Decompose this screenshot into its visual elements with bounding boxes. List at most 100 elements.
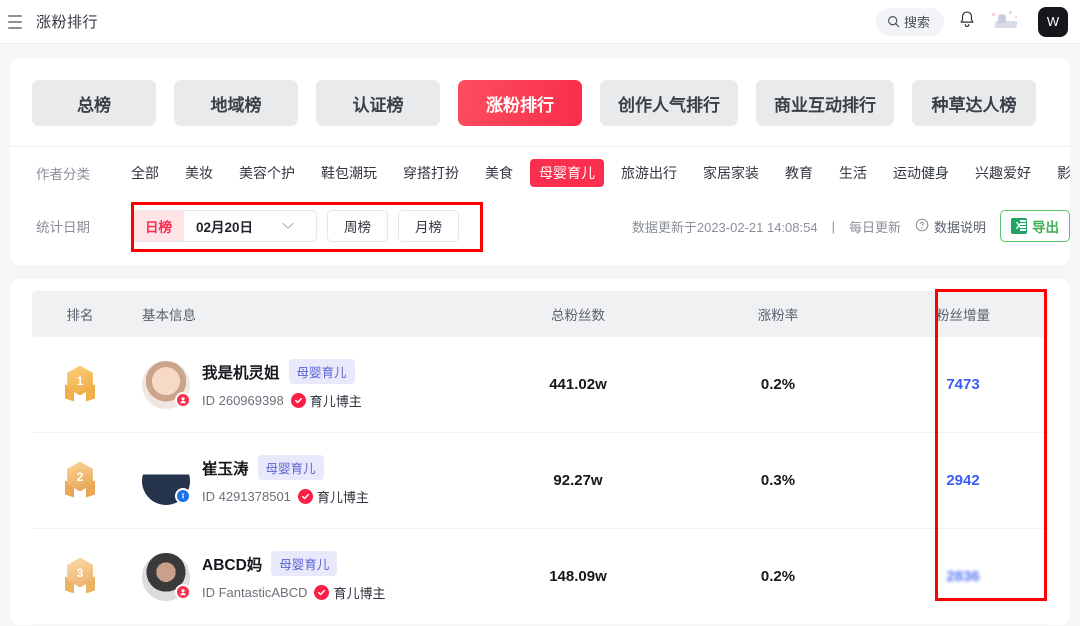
tab-recommendation-expert-ranking[interactable]: 种草达人榜: [912, 80, 1036, 126]
table-row[interactable]: 1 我是机灵姐 母婴育儿 ID 260969398: [32, 337, 1048, 433]
medal-icon: 2: [63, 462, 97, 500]
growth-rate-value: 0.2%: [678, 376, 878, 393]
top-bar-actions: 搜索 W: [876, 7, 1068, 37]
tab-verified-ranking[interactable]: 认证榜: [316, 80, 440, 126]
tab-total-ranking[interactable]: 总榜: [32, 80, 156, 126]
weekly-ranking-button[interactable]: 周榜: [327, 210, 388, 242]
hamburger-icon[interactable]: [8, 15, 24, 29]
bell-icon[interactable]: [958, 10, 976, 34]
category-chip-life[interactable]: 生活: [830, 159, 876, 187]
fans-increase-value[interactable]: 2836: [946, 568, 979, 585]
search-button[interactable]: 搜索: [876, 8, 944, 36]
author-info-cell: 崔玉涛 母婴育儿 ID 4291378501 育儿博主: [128, 455, 478, 506]
avatar-platform-badge: [175, 584, 191, 600]
category-chip-list: 全部 美妆 美容个护 鞋包潮玩 穿搭打扮 美食 母婴育儿 旅游出行 家居家装 教…: [122, 159, 1070, 187]
top-bar: 涨粉排行 搜索 W: [0, 0, 1080, 44]
avatar-wrapper[interactable]: [142, 361, 190, 409]
author-category-tag: 母婴育儿: [289, 359, 355, 384]
growth-rate-value: 0.2%: [678, 568, 878, 585]
date-picker-text: 02月20日: [196, 216, 253, 236]
tab-region-ranking[interactable]: 地域榜: [174, 80, 298, 126]
avatar-platform-badge: [175, 392, 191, 408]
update-frequency: 每日更新: [849, 217, 901, 236]
category-chip-food[interactable]: 美食: [476, 159, 522, 187]
avatar-wrapper[interactable]: [142, 457, 190, 505]
tab-fans-growth-ranking[interactable]: 涨粉排行: [458, 80, 582, 126]
tab-creation-popularity-ranking[interactable]: 创作人气排行: [600, 80, 738, 126]
author-name[interactable]: ABCD妈: [202, 553, 262, 575]
total-fans-value: 92.27w: [478, 472, 678, 489]
category-chip-all[interactable]: 全部: [122, 159, 168, 187]
page-title: 涨粉排行: [36, 11, 98, 32]
author-name[interactable]: 我是机灵姐: [202, 361, 280, 383]
avatar[interactable]: W: [1038, 7, 1068, 37]
export-button-label: 导出: [1032, 216, 1059, 236]
fans-increase-cell: 2836: [878, 568, 1048, 585]
verified-badge: 育儿博主: [298, 487, 369, 506]
total-fans-value: 441.02w: [478, 376, 678, 393]
date-filter-controls: 日榜 02月20日 周榜 月榜: [122, 203, 473, 249]
category-chip-travel[interactable]: 旅游出行: [612, 159, 686, 187]
chevron-down-icon: [282, 222, 304, 230]
table-row[interactable]: 2 崔玉涛 母婴育儿 ID 4291378501: [32, 433, 1048, 529]
author-name-line: 我是机灵姐 母婴育儿: [202, 359, 362, 384]
rank-cell: 1: [32, 366, 128, 404]
data-description-link[interactable]: 数据说明: [915, 217, 986, 236]
export-button[interactable]: X 导出: [1000, 210, 1070, 242]
date-picker-value[interactable]: 02月20日: [184, 211, 316, 241]
category-chip-makeup[interactable]: 美妆: [176, 159, 222, 187]
ranking-tabs: 总榜 地域榜 认证榜 涨粉排行 创作人气排行 商业互动排行 种草达人榜: [10, 58, 1070, 146]
category-chip-sports[interactable]: 运动健身: [884, 159, 958, 187]
daily-ranking-button[interactable]: 日榜: [133, 211, 184, 241]
author-meta: 崔玉涛 母婴育儿 ID 4291378501 育儿博主: [202, 455, 369, 506]
data-update-info: 数据更新于2023-02-21 14:08:54 | 每日更新 数据说明 X 导…: [632, 210, 1070, 242]
column-header-fans-increase: 粉丝增量: [878, 304, 1048, 324]
column-header-rank: 排名: [32, 304, 128, 324]
category-chip-parenting[interactable]: 母婴育儿: [530, 159, 604, 187]
fans-increase-cell: 7473: [878, 376, 1048, 393]
column-header-basic-info: 基本信息: [128, 304, 478, 324]
medal-icon: 3: [63, 558, 97, 596]
verified-label: 育儿博主: [310, 391, 362, 410]
category-chip-skincare[interactable]: 美容个护: [230, 159, 304, 187]
data-update-timestamp: 数据更新于2023-02-21 14:08:54: [632, 217, 818, 236]
daily-date-picker[interactable]: 日榜 02月20日: [132, 210, 317, 242]
column-header-growth-rate: 涨粉率: [678, 304, 878, 324]
verified-check-icon: [314, 585, 329, 600]
monthly-ranking-button[interactable]: 月榜: [398, 210, 459, 242]
category-chip-education[interactable]: 教育: [776, 159, 822, 187]
category-chip-shoes-bags[interactable]: 鞋包潮玩: [312, 159, 386, 187]
category-chip-hobby[interactable]: 兴趣爱好: [966, 159, 1040, 187]
growth-rate-value: 0.3%: [678, 472, 878, 489]
search-icon: [887, 15, 900, 28]
author-category-tag: 母婴育儿: [271, 551, 337, 576]
verified-label: 育儿博主: [333, 583, 385, 602]
category-filter-row: 作者分类 全部 美妆 美容个护 鞋包潮玩 穿搭打扮 美食 母婴育儿 旅游出行 家…: [10, 147, 1070, 197]
fans-increase-value[interactable]: 7473: [946, 376, 979, 393]
category-chip-entertainment[interactable]: 影视综: [1048, 159, 1070, 187]
excel-icon: X: [1011, 218, 1027, 234]
total-fans-value: 148.09w: [478, 568, 678, 585]
author-id-line: ID 260969398 育儿博主: [202, 391, 362, 410]
category-chip-fashion[interactable]: 穿搭打扮: [394, 159, 468, 187]
table-row[interactable]: 3 ABCD妈 母婴育儿 ID FantasticABCD: [32, 529, 1048, 625]
tab-business-interaction-ranking[interactable]: 商业互动排行: [756, 80, 894, 126]
column-header-total-fans: 总粉丝数: [478, 304, 678, 324]
author-info-cell: 我是机灵姐 母婴育儿 ID 260969398 育儿博主: [128, 359, 478, 410]
filter-card: 总榜 地域榜 认证榜 涨粉排行 创作人气排行 商业互动排行 种草达人榜 作者分类…: [10, 58, 1070, 265]
date-filter-label: 统计日期: [36, 216, 122, 236]
table-header-row: 排名 基本信息 总粉丝数 涨粉率 粉丝增量: [32, 291, 1048, 337]
verified-label: 育儿博主: [317, 487, 369, 506]
question-circle-icon: [915, 218, 929, 235]
decorative-illustration: [990, 10, 1024, 34]
ranking-table-card: 排名 基本信息 总粉丝数 涨粉率 粉丝增量 1 我是机灵姐 母: [10, 279, 1070, 625]
update-separator: |: [832, 219, 835, 234]
fans-increase-value[interactable]: 2942: [946, 472, 979, 489]
author-id: ID FantasticABCD: [202, 585, 307, 600]
category-chip-home[interactable]: 家居家装: [694, 159, 768, 187]
data-description-label: 数据说明: [934, 217, 986, 236]
author-name[interactable]: 崔玉涛: [202, 457, 249, 479]
author-meta: 我是机灵姐 母婴育儿 ID 260969398 育儿博主: [202, 359, 362, 410]
author-name-line: 崔玉涛 母婴育儿: [202, 455, 369, 480]
avatar-wrapper[interactable]: [142, 553, 190, 601]
